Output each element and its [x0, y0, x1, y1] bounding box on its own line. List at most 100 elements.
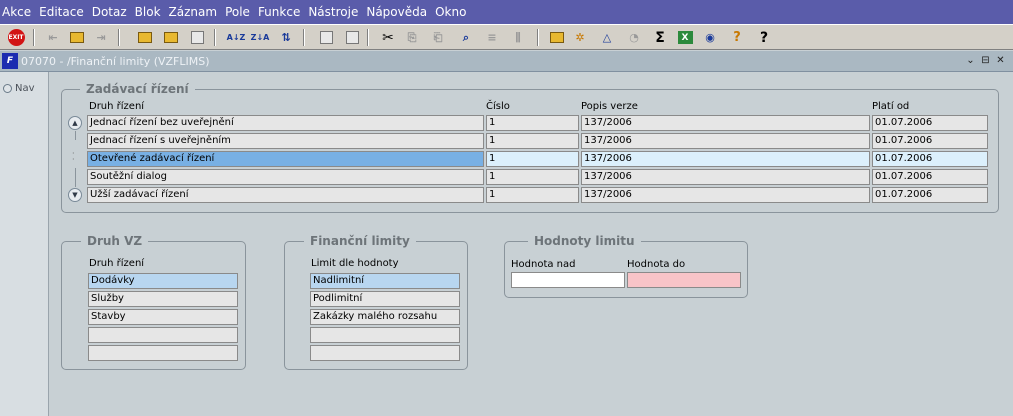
- close-icon[interactable]: ✕: [995, 55, 1006, 66]
- scroll-up-button[interactable]: ▲: [68, 116, 82, 130]
- menu-blok[interactable]: Blok: [135, 5, 161, 19]
- table-row-druh[interactable]: Jednací řízení s uveřejněním: [87, 133, 484, 149]
- scroll-track[interactable]: [75, 168, 76, 187]
- menu-pole[interactable]: Pole: [225, 5, 250, 19]
- table-row-popis[interactable]: 137/2006: [581, 115, 870, 131]
- druh-vz-item[interactable]: [88, 345, 238, 361]
- druh-vz-item[interactable]: Stavby: [88, 309, 238, 325]
- table-row-plati[interactable]: 01.07.2006: [872, 187, 988, 203]
- table-row-druh[interactable]: Soutěžní dialog: [87, 169, 484, 185]
- minimize-icon[interactable]: ⌄: [965, 55, 976, 66]
- sort-advanced-button[interactable]: ⇅: [276, 28, 296, 47]
- previous-block-button[interactable]: ⇤: [43, 28, 63, 47]
- restore-icon[interactable]: ⊟: [980, 55, 991, 66]
- table-row-cislo[interactable]: 1: [486, 169, 579, 185]
- copy-icon: ⎘: [407, 30, 417, 44]
- menu-akce[interactable]: Akce: [2, 5, 31, 19]
- column-plati-od: Platí od: [872, 101, 910, 112]
- triangle-down-icon: ▼: [72, 191, 78, 199]
- druh-vz-item[interactable]: Dodávky: [88, 273, 238, 289]
- next-block-button[interactable]: ⇥: [91, 28, 111, 47]
- financni-limity-item[interactable]: Nadlimitní: [310, 273, 460, 289]
- sort-ascending-button[interactable]: A↓Z: [226, 28, 246, 47]
- scissors-icon: ✂: [382, 29, 394, 46]
- table-row-druh[interactable]: Užší zadávací řízení: [87, 187, 484, 203]
- table-row-popis[interactable]: 137/2006: [581, 187, 870, 203]
- query-folder-icon: [138, 32, 152, 43]
- settings-button[interactable]: ✲: [570, 28, 590, 47]
- table-row-popis[interactable]: 137/2006: [581, 133, 870, 149]
- print-button[interactable]: [316, 28, 336, 47]
- forms-logo-icon: F: [2, 53, 18, 69]
- table-row-plati[interactable]: 01.07.2006: [872, 115, 988, 131]
- cancel-query-icon: [190, 31, 204, 44]
- table-row-cislo[interactable]: 1: [486, 133, 579, 149]
- browser-button[interactable]: ◉: [700, 28, 720, 47]
- clock-button[interactable]: ◔: [624, 28, 644, 47]
- exit-icon: EXIT: [7, 29, 25, 46]
- financni-limity-title: Finanční limity: [304, 234, 416, 248]
- scroll-thumb[interactable]: · ·: [72, 150, 75, 164]
- financni-limity-item[interactable]: [310, 345, 460, 361]
- hodnota-do-field[interactable]: [627, 272, 741, 288]
- help-pointer-icon: ?: [733, 30, 741, 45]
- hodnota-nad-field[interactable]: [511, 272, 625, 288]
- financni-limity-item[interactable]: [310, 327, 460, 343]
- table-row-druh[interactable]: Jednací řízení bez uveřejnění: [87, 115, 484, 131]
- table-row-popis-selected[interactable]: 137/2006: [581, 151, 870, 167]
- enter-query-button[interactable]: [135, 28, 155, 47]
- table-row-cislo[interactable]: 1: [486, 115, 579, 131]
- columns-button[interactable]: ⫼: [508, 28, 528, 47]
- toolbar-separator: [303, 29, 305, 46]
- druh-vz-column-label: Druh řízení: [89, 258, 145, 269]
- menu-okno[interactable]: Okno: [435, 5, 466, 19]
- save-button[interactable]: [67, 28, 87, 47]
- print-preview-button[interactable]: [342, 28, 362, 47]
- sum-button[interactable]: Σ: [650, 28, 670, 47]
- copy-button[interactable]: ⎘: [402, 28, 422, 47]
- druh-vz-item[interactable]: Služby: [88, 291, 238, 307]
- find-button[interactable]: ⌕: [456, 28, 476, 47]
- excel-export-button[interactable]: X: [675, 28, 695, 47]
- financni-limity-item[interactable]: Podlimitní: [310, 291, 460, 307]
- menu-zaznam[interactable]: Záznam: [169, 5, 218, 19]
- table-row-plati[interactable]: 01.07.2006: [872, 169, 988, 185]
- financni-limity-item[interactable]: Zakázky malého rozsahu: [310, 309, 460, 325]
- table-row-popis[interactable]: 137/2006: [581, 169, 870, 185]
- cancel-query-button[interactable]: [187, 28, 207, 47]
- paste-icon: ⎗: [433, 30, 443, 44]
- scroll-down-button[interactable]: ▼: [68, 188, 82, 202]
- table-row-plati[interactable]: 01.07.2006: [872, 133, 988, 149]
- help-button[interactable]: ?: [754, 28, 774, 47]
- menu-dotaz[interactable]: Dotaz: [92, 5, 127, 19]
- execute-query-button[interactable]: [161, 28, 181, 47]
- menu-bar: Akce Editace Dotaz Blok Záznam Pole Funk…: [0, 0, 1013, 24]
- exit-button[interactable]: EXIT: [6, 28, 26, 47]
- druh-vz-item[interactable]: [88, 327, 238, 343]
- paste-button[interactable]: ⎗: [428, 28, 448, 47]
- cut-button[interactable]: ✂: [378, 28, 398, 47]
- menu-nastroje[interactable]: Nástroje: [308, 5, 358, 19]
- menu-editace[interactable]: Editace: [39, 5, 84, 19]
- indent-button[interactable]: ≡: [482, 28, 502, 47]
- table-row-druh-selected[interactable]: Otevřené zadávací řízení: [87, 151, 484, 167]
- toolbar-separator: [214, 29, 216, 46]
- table-row-plati-selected[interactable]: 01.07.2006: [872, 151, 988, 167]
- menu-funkce[interactable]: Funkce: [258, 5, 300, 19]
- triangle-tool-button[interactable]: △: [597, 28, 617, 47]
- table-row-cislo-selected[interactable]: 1: [486, 151, 579, 167]
- window-title: 07070 - /Finanční limity (VZFLIMS): [21, 55, 210, 68]
- save-icon: [70, 32, 84, 43]
- calendar-button[interactable]: [547, 28, 567, 47]
- sort-descending-icon: Z↓A: [250, 33, 270, 42]
- print-preview-icon: [345, 31, 359, 44]
- nav-radio-button[interactable]: Nav: [3, 83, 35, 94]
- table-row-cislo[interactable]: 1: [486, 187, 579, 203]
- scroll-track[interactable]: [75, 131, 76, 140]
- menu-napoveda[interactable]: Nápověda: [366, 5, 427, 19]
- help-pointer-button[interactable]: ?: [727, 28, 747, 47]
- nav-label: Nav: [15, 83, 35, 94]
- sort-descending-button[interactable]: Z↓A: [250, 28, 270, 47]
- arrow-left-icon: ⇤: [48, 31, 58, 44]
- left-nav: Nav: [0, 72, 49, 416]
